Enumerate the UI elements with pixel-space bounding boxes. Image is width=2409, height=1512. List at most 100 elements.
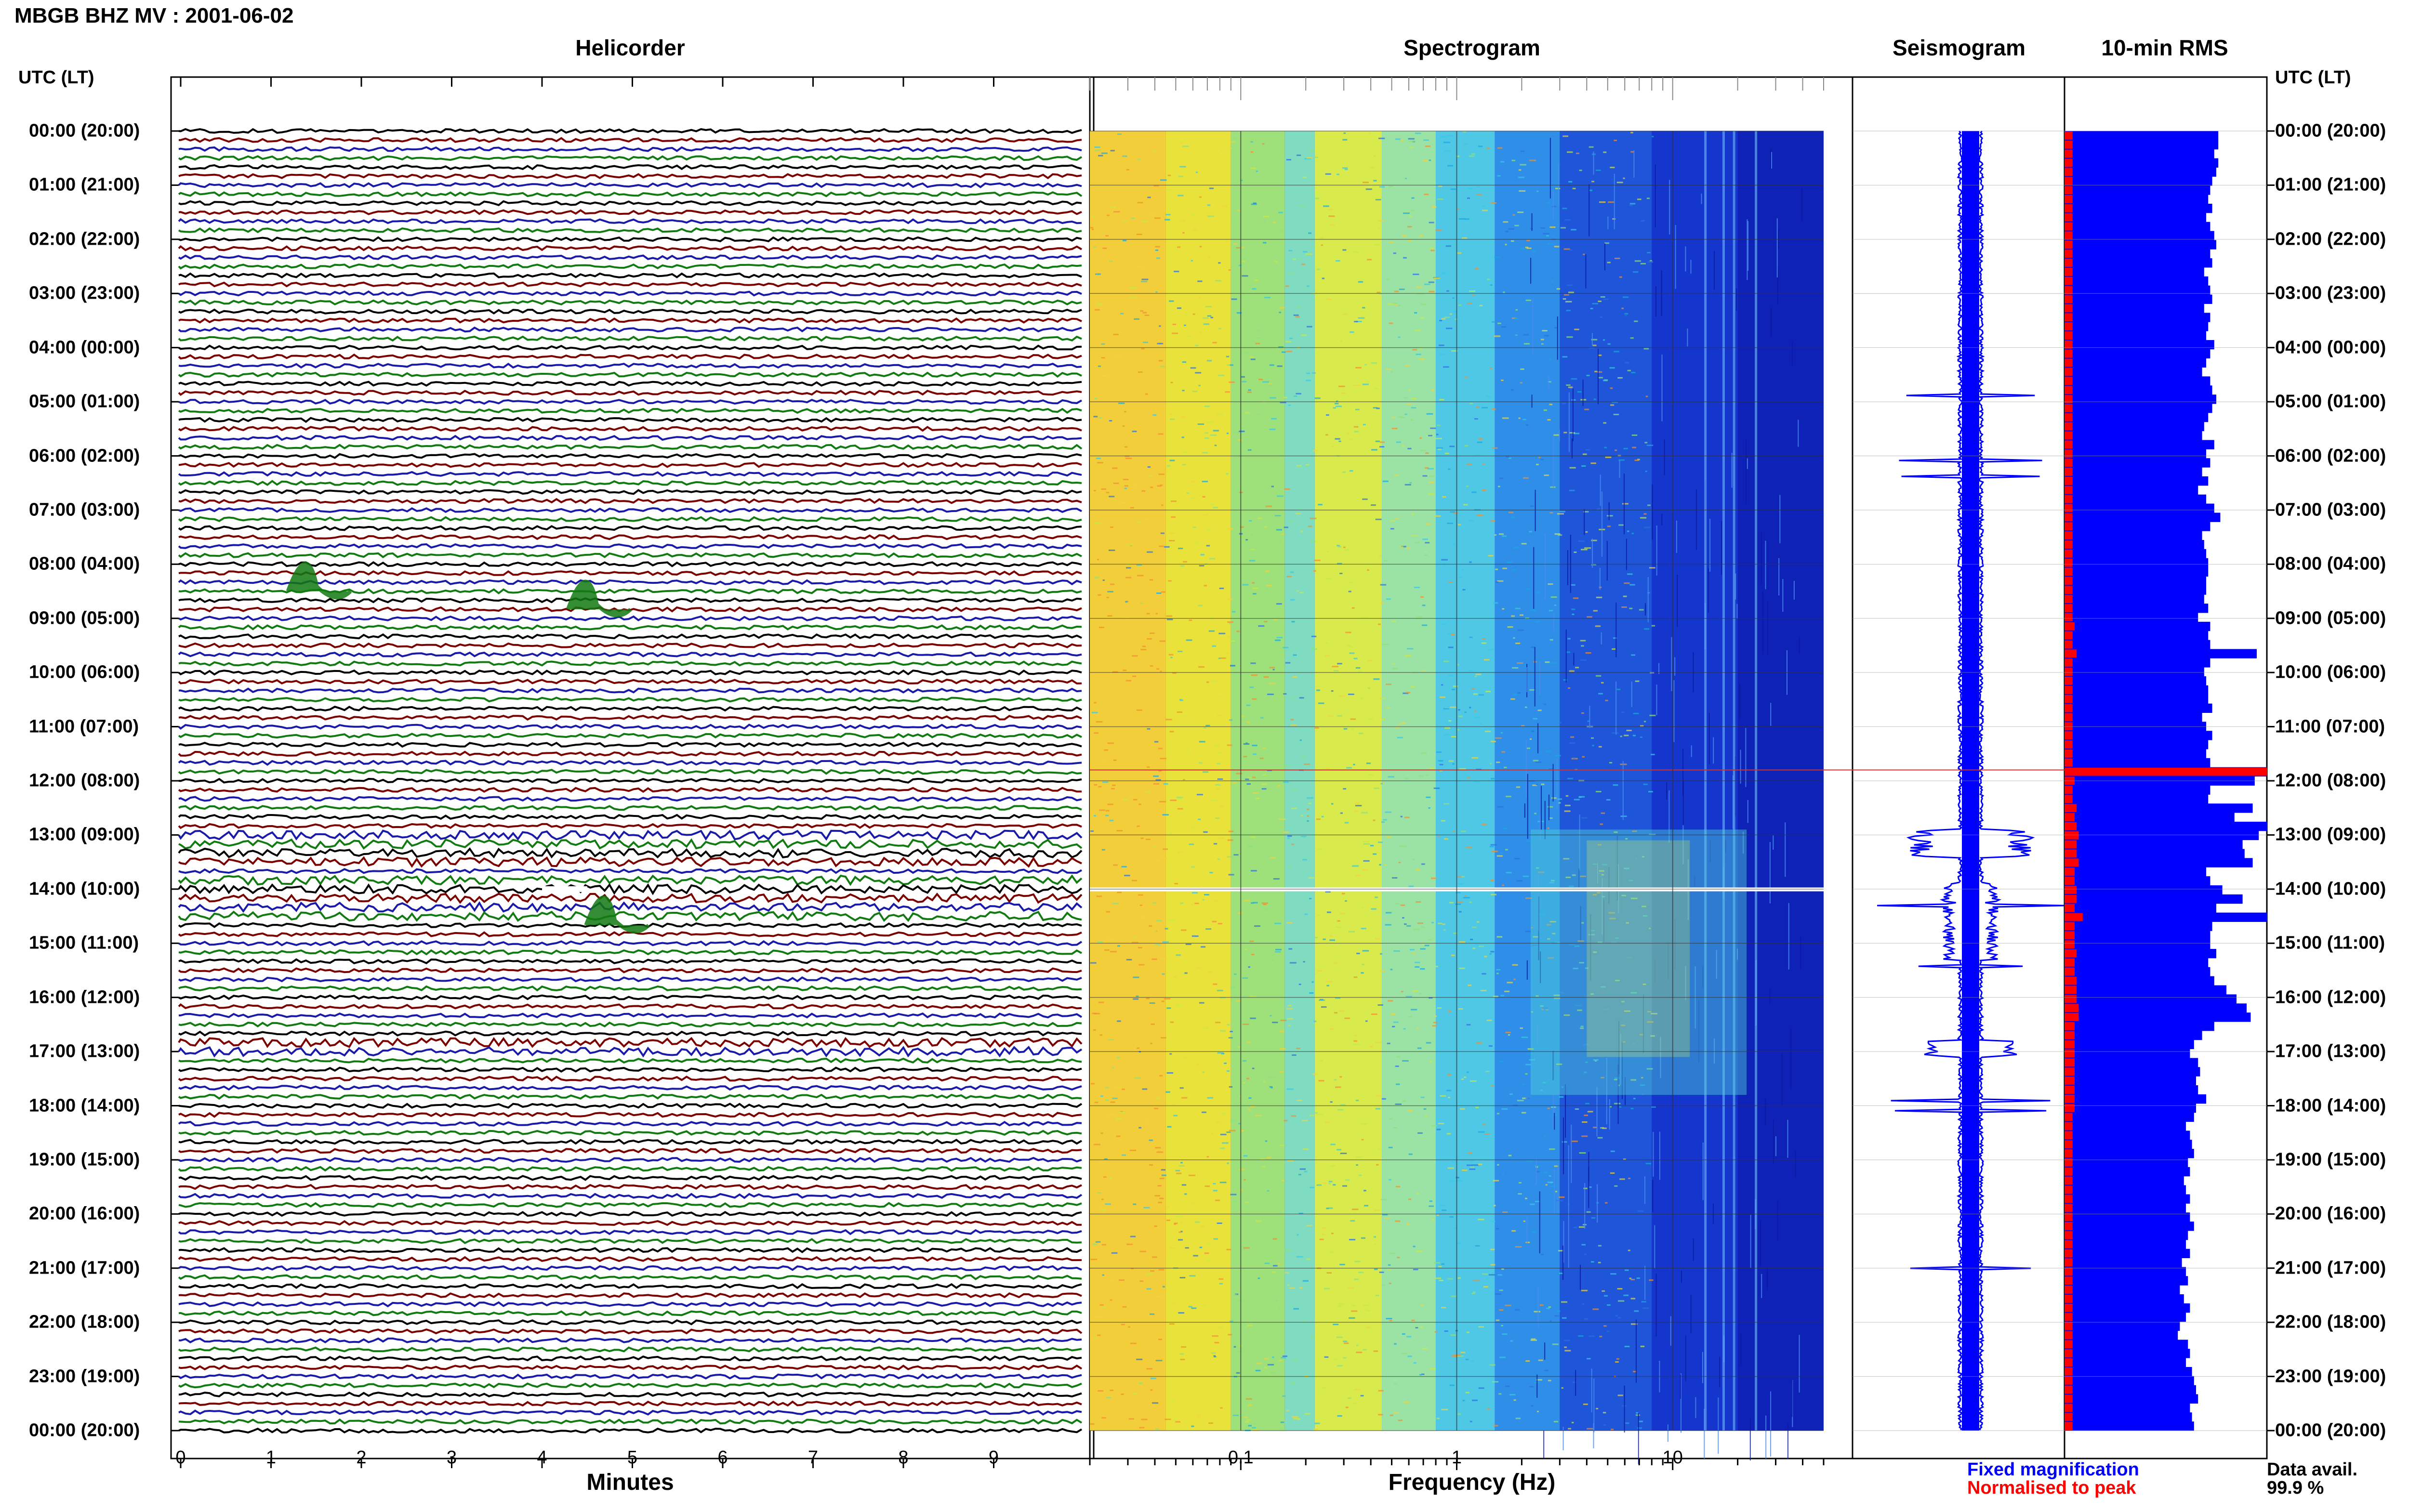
spectrogram-cell [1095, 309, 1100, 311]
spectrogram-cell [1604, 447, 1607, 448]
spectrogram-cell [1243, 1417, 1248, 1419]
spectrogram-cell [1198, 605, 1203, 606]
spectrogram-cell [1282, 351, 1286, 353]
spectrogram-cell [1302, 176, 1307, 178]
spectrogram-cell [1374, 1209, 1380, 1211]
spectrogram-cell [1582, 453, 1587, 455]
spectrogram-cell [1447, 1278, 1453, 1280]
spectrogram-cell [1126, 544, 1133, 546]
spectrogram-cell [1133, 799, 1138, 801]
rms-bar-fixed [2065, 513, 2221, 522]
spectrogram-cell [1409, 146, 1414, 148]
spectrogram-streak [1693, 1238, 1694, 1261]
time-label-right: 00:00 (20:00) [2275, 120, 2386, 141]
spectrogram-x-tick: 1 [1451, 1447, 1462, 1468]
spectrogram-cell [1162, 1286, 1165, 1288]
time-label-left: 19:00 (15:00) [29, 1149, 140, 1170]
spectrogram-cell [1336, 406, 1342, 408]
spectrogram-streak [1673, 680, 1675, 742]
spectrogram-cell [1421, 303, 1427, 305]
spectrogram-cell [1482, 973, 1486, 975]
spectrogram-cell [1429, 159, 1431, 161]
rms-bar-fixed [2065, 903, 2216, 913]
rms-bar-normalised [2065, 149, 2073, 158]
spectrogram-cell [1587, 1428, 1593, 1430]
spectrogram-cell [1128, 1326, 1130, 1328]
rms-bar-normalised [2065, 749, 2073, 758]
spectrogram-cell [1273, 222, 1276, 224]
spectrogram-cell [1242, 1060, 1247, 1062]
spectrogram-cell [1549, 404, 1553, 406]
helicorder-trace [178, 371, 1082, 378]
spectrogram-cell [1486, 1019, 1492, 1021]
spectrogram-cell [1517, 1100, 1524, 1102]
spectrogram-cell [1416, 286, 1422, 288]
spectrogram-cell [1291, 807, 1297, 809]
spectrogram-cell [1275, 951, 1281, 953]
spectrogram-cell [1271, 1271, 1277, 1273]
spectrogram-cell [1505, 244, 1507, 246]
spectrogram-cell [1556, 288, 1561, 290]
helicorder-trace [178, 399, 1082, 405]
spectrogram-cell [1325, 434, 1328, 436]
spectrogram-cell [1228, 269, 1231, 271]
spectrogram-cell [1569, 467, 1576, 469]
spectrogram-cell [1298, 1174, 1301, 1176]
seismogram-title: Seismogram [1892, 35, 2026, 60]
spectrogram-cell [1352, 865, 1359, 867]
spectrogram-cell [1105, 235, 1109, 237]
spectrogram-streak [1593, 151, 1594, 175]
spectrogram-cell [1370, 1046, 1373, 1048]
spectrogram-cell [1169, 1053, 1172, 1055]
spectrogram-cell [1220, 1113, 1227, 1115]
spectrogram-cell [1546, 1307, 1550, 1309]
spectrogram-cell [1457, 1277, 1461, 1279]
spectrogram-cell [1625, 315, 1628, 316]
spectrogram-cell [1623, 447, 1628, 449]
spectrogram-cell [1204, 437, 1209, 439]
spectrogram-cell [1220, 1407, 1223, 1409]
spectrogram-cell [1158, 360, 1163, 362]
spectrogram-cell [1310, 1115, 1314, 1117]
helicorder-trace [178, 787, 1082, 793]
rms-bar-fixed [2065, 740, 2209, 749]
spectrogram-cell [1292, 676, 1297, 678]
spectrogram-cell [1207, 1097, 1213, 1099]
spectrogram-cell [1355, 1157, 1362, 1158]
rms-bar-normalised [2065, 658, 2073, 667]
spectrogram-streak [1775, 1136, 1776, 1157]
seismic-day-plot [170, 76, 2275, 1470]
spectrogram-cell [1598, 1245, 1602, 1247]
spectrogram-cell [1262, 242, 1267, 244]
spectrogram-cell [1275, 639, 1281, 641]
rms-bar-normalised [2065, 131, 2073, 140]
spectrogram-cell [1505, 849, 1508, 851]
helicorder-trace [178, 1183, 1082, 1190]
spectrogram-cell [1482, 824, 1487, 826]
helicorder-x-tick: 5 [627, 1447, 638, 1468]
spectrogram-cell [1362, 963, 1364, 965]
spectrogram-cell [1116, 1135, 1121, 1137]
spectrogram-streak [1535, 1157, 1537, 1185]
spectrogram-cell [1211, 1352, 1217, 1354]
spectrogram-cell [1535, 463, 1539, 465]
spectrogram-cell [1531, 730, 1535, 732]
rms-bar-fixed [2065, 140, 2219, 150]
spectrogram-cell [1598, 693, 1603, 695]
spectrogram-cell [1566, 284, 1573, 286]
spectrogram-cell [1429, 222, 1434, 224]
rms-bar-fixed [2065, 1412, 2192, 1422]
spectrogram-cell [1278, 211, 1283, 213]
spectrogram-cell [1604, 1295, 1608, 1297]
spectrogram-cell [1501, 1108, 1508, 1110]
spectrogram-cell [1488, 1274, 1496, 1276]
spectrogram-cell [1342, 249, 1347, 251]
spectrogram-cell [1350, 331, 1354, 333]
spectrogram-cell [1145, 393, 1148, 395]
spectrogram-cell [1634, 460, 1640, 461]
rms-bar-fixed [2065, 1157, 2188, 1168]
spectrogram-cell [1168, 920, 1175, 921]
spectrogram-cell [1500, 852, 1504, 854]
spectrogram-cell [1289, 338, 1293, 340]
spectrogram-cell [1319, 999, 1325, 1001]
